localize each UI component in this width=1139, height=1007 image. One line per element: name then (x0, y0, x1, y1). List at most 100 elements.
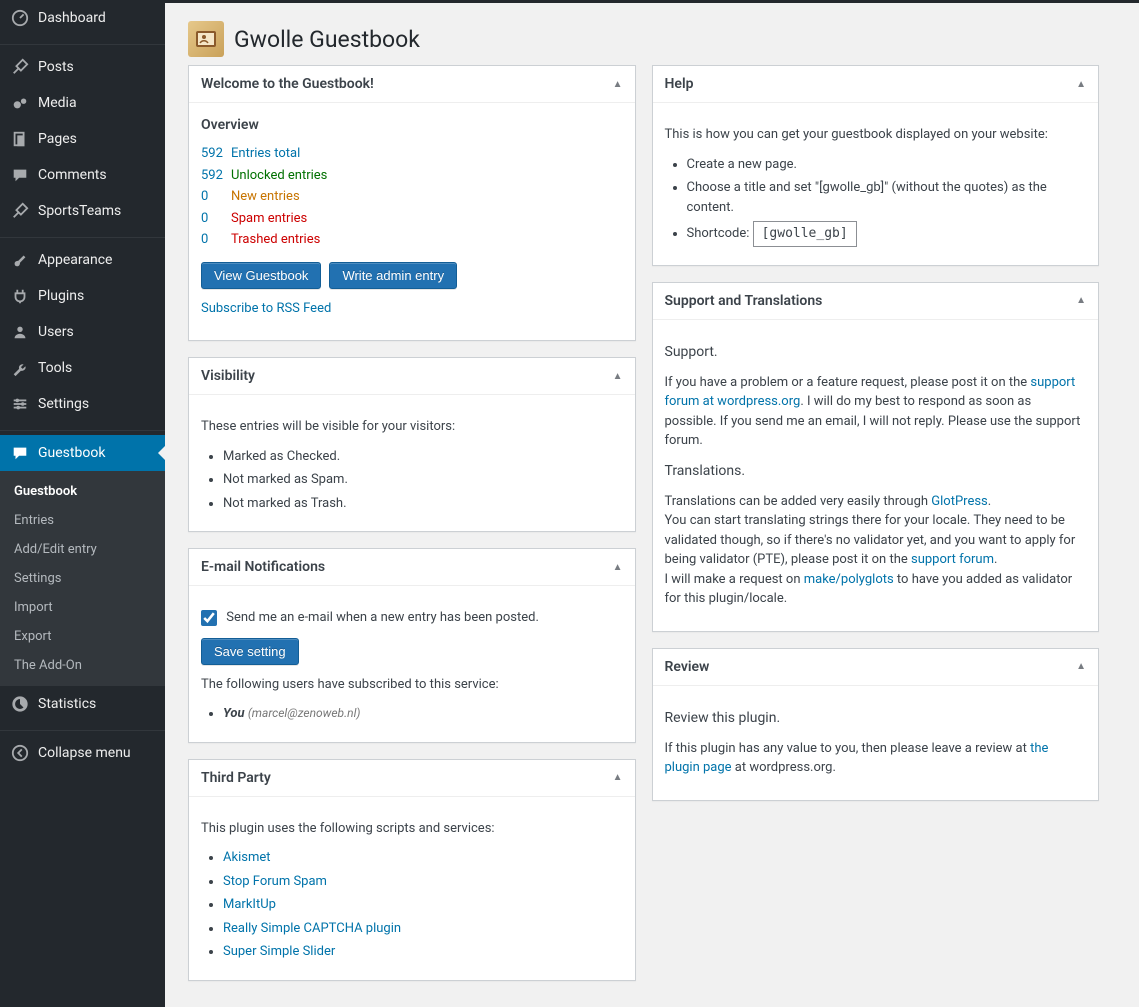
review-paragraph: If this plugin has any value to you, the… (665, 739, 1087, 778)
sidebar-item-label: Posts (38, 59, 74, 75)
list-item: Really Simple CAPTCHA plugin (223, 919, 623, 939)
support-paragraph: If you have a problem or a feature reque… (665, 373, 1087, 451)
submenu-item-import[interactable]: Import (0, 593, 165, 622)
sidebar-item-guestbook[interactable]: Guestbook (0, 435, 165, 471)
panel-header[interactable]: Third Party ▲ (189, 760, 635, 797)
triangle-up-icon[interactable]: ▲ (1076, 79, 1086, 90)
stats-row[interactable]: 0 New entries (201, 187, 623, 207)
thirdparty-intro: This plugin uses the following scripts a… (201, 819, 623, 839)
submenu-item-add-edit-entry[interactable]: Add/Edit entry (0, 535, 165, 564)
email-notify-checkbox[interactable] (201, 610, 217, 626)
rss-link[interactable]: Subscribe to RSS Feed (201, 301, 331, 316)
brush-icon (10, 250, 30, 270)
panel-header[interactable]: Review ▲ (653, 649, 1099, 686)
sidebar-item-label: Users (38, 324, 74, 340)
pin-icon (10, 201, 30, 221)
view-guestbook-button[interactable]: View Guestbook (201, 262, 321, 289)
translations-paragraph: Translations can be added very easily th… (665, 492, 1087, 609)
sidebar-submenu: Guestbook Entries Add/Edit entry Setting… (0, 471, 165, 686)
stats-row[interactable]: 592 Unlocked entries (201, 166, 623, 186)
review-heading: Review this plugin. (665, 708, 1087, 729)
write-admin-entry-button[interactable]: Write admin entry (329, 262, 457, 289)
list-item: You (marcel@zenoweb.nl) (223, 704, 623, 724)
subscribed-intro: The following users have subscribed to t… (201, 675, 623, 695)
dashboard-icon (10, 8, 30, 28)
sidebar-item-comments[interactable]: Comments (0, 157, 165, 193)
thirdparty-link[interactable]: Akismet (223, 850, 271, 865)
sidebar-item-collapse[interactable]: Collapse menu (0, 735, 165, 771)
sidebar-item-tools[interactable]: Tools (0, 350, 165, 386)
triangle-up-icon[interactable]: ▲ (613, 772, 623, 783)
triangle-up-icon[interactable]: ▲ (613, 562, 623, 573)
sidebar-item-plugins[interactable]: Plugins (0, 278, 165, 314)
panel-header[interactable]: Help ▲ (653, 66, 1099, 103)
translations-heading: Translations. (665, 461, 1087, 482)
submenu-item-addon[interactable]: The Add-On (0, 651, 165, 680)
sidebar-item-label: SportsTeams (38, 203, 121, 219)
sidebar-item-label: Plugins (38, 288, 84, 304)
list-item: Create a new page. (687, 155, 1087, 175)
help-panel: Help ▲ This is how you can get your gues… (652, 65, 1100, 266)
gear-icon (10, 394, 30, 414)
list-item: Akismet (223, 848, 623, 868)
sidebar-item-label: Appearance (38, 252, 112, 268)
thirdparty-link[interactable]: Super Simple Slider (223, 944, 335, 959)
chart-icon (10, 694, 30, 714)
support-translations-panel: Support and Translations ▲ Support. If y… (652, 282, 1100, 632)
submenu-item-guestbook[interactable]: Guestbook (0, 477, 165, 506)
glotpress-link[interactable]: GlotPress (931, 494, 987, 509)
stats-row[interactable]: 0 Spam entries (201, 209, 623, 229)
media-icon (10, 93, 30, 113)
user-icon (10, 322, 30, 342)
stats-row[interactable]: 592 Entries total (201, 144, 623, 164)
shortcode-input[interactable]: [gwolle_gb] (753, 221, 857, 247)
stat-label: Entries total (231, 144, 300, 164)
sidebar-item-label: Statistics (38, 696, 96, 712)
list-item: Super Simple Slider (223, 942, 623, 962)
panel-title: E-mail Notifications (201, 559, 325, 575)
panel-header[interactable]: Support and Translations ▲ (653, 283, 1099, 320)
help-intro: This is how you can get your guestbook d… (665, 125, 1087, 145)
sidebar-item-media[interactable]: Media (0, 85, 165, 121)
triangle-up-icon[interactable]: ▲ (1076, 295, 1086, 306)
sidebar-item-dashboard[interactable]: Dashboard (0, 0, 165, 36)
thirdparty-link[interactable]: Really Simple CAPTCHA plugin (223, 921, 401, 936)
sidebar-item-users[interactable]: Users (0, 314, 165, 350)
sidebar-item-posts[interactable]: Posts (0, 49, 165, 85)
visibility-intro: These entries will be visible for your v… (201, 417, 623, 437)
stat-count: 0 (201, 230, 231, 250)
page-title: Gwolle Guestbook (188, 13, 1099, 65)
thirdparty-link[interactable]: MarkItUp (223, 897, 276, 912)
make-polyglots-link[interactable]: make/polyglots (804, 572, 894, 587)
triangle-up-icon[interactable]: ▲ (1076, 661, 1086, 672)
list-item: Stop Forum Spam (223, 872, 623, 892)
thirdparty-link[interactable]: Stop Forum Spam (223, 874, 327, 889)
visibility-panel: Visibility ▲ These entries will be visib… (188, 357, 636, 532)
sidebar-item-statistics[interactable]: Statistics (0, 686, 165, 722)
support-forum-link-2[interactable]: support forum (911, 552, 994, 567)
panel-header[interactable]: E-mail Notifications ▲ (189, 549, 635, 586)
sidebar-item-sportsteams[interactable]: SportsTeams (0, 193, 165, 229)
support-heading: Support. (665, 342, 1087, 363)
page-title-text: Gwolle Guestbook (234, 26, 420, 53)
panel-header[interactable]: Visibility ▲ (189, 358, 635, 395)
stat-count: 592 (201, 166, 231, 186)
sidebar-item-appearance[interactable]: Appearance (0, 242, 165, 278)
submenu-item union-entries[interactable]: Entries (0, 506, 165, 535)
submenu-item-settings[interactable]: Settings (0, 564, 165, 593)
submenu-item-export[interactable]: Export (0, 622, 165, 651)
stat-label: Spam entries (231, 209, 307, 229)
sidebar-item-pages[interactable]: Pages (0, 121, 165, 157)
stats-row[interactable]: 0 Trashed entries (201, 230, 623, 250)
overview-heading: Overview (201, 115, 623, 136)
triangle-up-icon[interactable]: ▲ (613, 79, 623, 90)
save-setting-button[interactable]: Save setting (201, 638, 299, 665)
sidebar-item-settings[interactable]: Settings (0, 386, 165, 422)
panel-title: Visibility (201, 368, 255, 384)
stats-table: 592 Entries total 592 Unlocked entries 0… (201, 144, 623, 250)
sidebar-item-label: Pages (38, 131, 77, 147)
plug-icon (10, 286, 30, 306)
triangle-up-icon[interactable]: ▲ (613, 371, 623, 382)
panel-header[interactable]: Welcome to the Guestbook! ▲ (189, 66, 635, 103)
sidebar-item-label: Guestbook (38, 445, 105, 461)
